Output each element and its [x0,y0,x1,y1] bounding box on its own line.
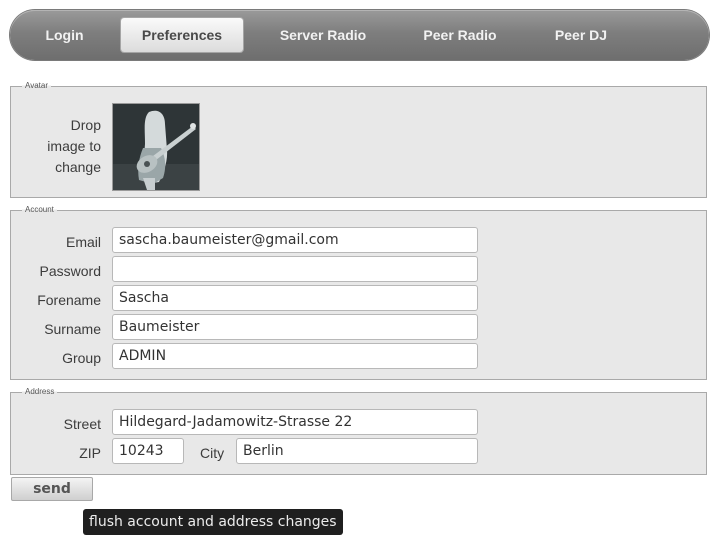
zip-field[interactable] [112,438,184,464]
forename-label: Forename [37,292,101,308]
surname-field[interactable] [112,314,478,340]
send-tooltip: flush account and address changes [83,509,343,535]
city-field[interactable] [236,438,478,464]
surname-label: Surname [44,321,101,337]
group-label: Group [62,350,101,366]
avatar-legend: Avatar [22,80,51,91]
zip-label: ZIP [79,445,101,461]
street-label: Street [63,416,101,432]
send-button[interactable]: send [11,477,93,501]
avatar-image-dropzone[interactable] [112,103,200,191]
tab-peer-radio[interactable]: Peer Radio [408,18,512,52]
city-label: City [200,445,225,461]
avatar-image [113,104,199,190]
password-field[interactable] [112,256,478,282]
tab-preferences[interactable]: Preferences [121,18,243,52]
password-label: Password [39,263,101,279]
tab-server-radio[interactable]: Server Radio [266,18,380,52]
address-fieldset: Address Street ZIP City [10,386,707,475]
avatar-fieldset: Avatar Drop image to change [10,80,707,198]
tab-login[interactable]: Login [32,18,97,52]
group-field[interactable] [112,343,478,369]
main-nav: Login Preferences Server Radio Peer Radi… [10,10,709,60]
tab-peer-dj[interactable]: Peer DJ [540,18,622,52]
email-field[interactable] [112,227,478,253]
forename-field[interactable] [112,285,478,311]
address-legend: Address [22,386,58,397]
email-label: Email [65,234,101,250]
street-field[interactable] [112,409,478,435]
avatar-drop-hint: Drop image to change [47,117,101,175]
account-legend: Account [22,204,57,215]
account-fieldset: Account Email Password Forename Surname … [10,204,707,380]
